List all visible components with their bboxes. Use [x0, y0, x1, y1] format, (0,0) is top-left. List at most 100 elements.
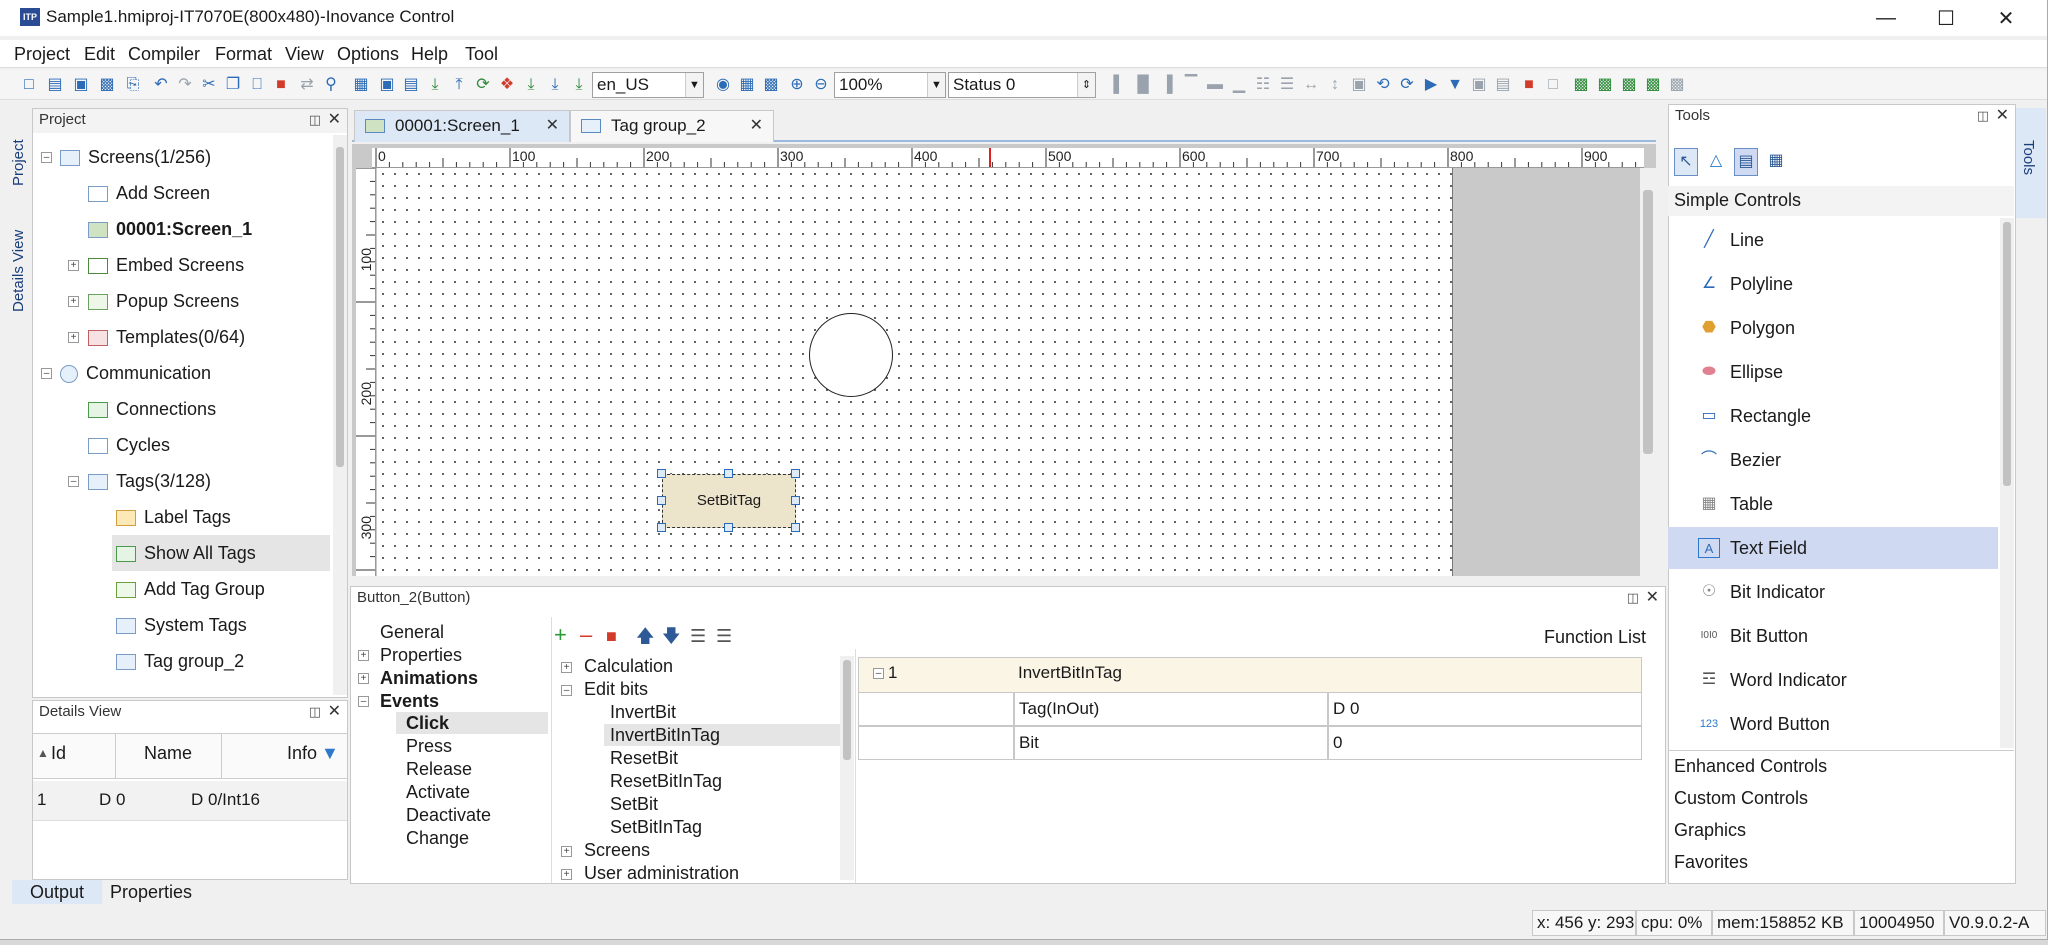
expand-icon[interactable]: + [68, 296, 79, 307]
tool-ellipse[interactable]: ⬬ Ellipse [1668, 351, 1998, 393]
collapse-icon[interactable]: – [358, 696, 369, 707]
align-middle-icon[interactable]: ▬ [1204, 74, 1226, 96]
compile-icon[interactable]: ▦ [350, 74, 372, 96]
align-center-icon[interactable]: █ [1132, 74, 1154, 96]
remove-function-icon[interactable]: – [580, 624, 592, 646]
nav-general[interactable]: General [380, 622, 444, 643]
language-select[interactable]: en_US ▼ [592, 72, 704, 98]
close-icon[interactable]: ✕ [1996, 105, 2009, 127]
open-recent-icon[interactable]: ▣ [70, 74, 92, 96]
close-icon[interactable]: ✕ [1646, 587, 1659, 609]
pointer-icon[interactable]: ↖ [1674, 148, 1698, 176]
nav-activate[interactable]: Activate [406, 782, 470, 803]
snap-grid-icon[interactable]: ▩ [760, 74, 782, 96]
scrollbar-thumb[interactable] [1643, 190, 1653, 454]
menu-project[interactable]: Project [14, 44, 70, 65]
pin-icon[interactable]: ◫ [309, 701, 321, 723]
tree-add-tag-group[interactable]: Add Tag Group [116, 571, 265, 607]
nav-change[interactable]: Change [406, 828, 469, 849]
collapse-icon[interactable]: – [41, 368, 52, 379]
expand-all-icon[interactable]: ☰ [690, 626, 706, 647]
canvas-vscrollbar[interactable] [1640, 168, 1656, 576]
scrollbar-thumb[interactable] [336, 147, 344, 467]
category-favorites[interactable]: Favorites [1674, 852, 1748, 873]
bring-forward-icon[interactable]: ▩ [1594, 74, 1616, 96]
open-icon[interactable]: ▤ [44, 74, 66, 96]
delete-icon[interactable]: ■ [270, 74, 292, 96]
tree-tag-group-2[interactable]: Tag group_2 [116, 643, 244, 679]
binoculars-icon[interactable]: ◉ [712, 74, 734, 96]
unlock-icon[interactable]: □ [1542, 74, 1564, 96]
ungroup-icon[interactable]: ▤ [1492, 74, 1514, 96]
resize-handle[interactable] [724, 523, 733, 532]
online-sim-icon[interactable]: ▤ [400, 74, 422, 96]
tab-screen-1[interactable]: 00001:Screen_1 ✕ [354, 110, 570, 142]
nav-click[interactable]: Click [406, 713, 449, 734]
circle-element[interactable] [809, 313, 893, 397]
tree-popup-screens[interactable]: Popup Screens [88, 283, 239, 319]
tool-bezier[interactable]: ⌒ Bezier [1668, 439, 1998, 481]
close-icon[interactable]: ✕ [750, 111, 763, 141]
category-custom-controls[interactable]: Custom Controls [1674, 788, 1808, 809]
find-icon[interactable]: ⚲ [320, 74, 342, 96]
tree-show-all-tags[interactable]: Show All Tags [112, 535, 330, 571]
func-edit-bits[interactable]: Edit bits [584, 679, 648, 700]
bring-front-icon[interactable]: ▩ [1570, 74, 1592, 96]
sort-asc-icon[interactable]: ▲ [37, 746, 49, 760]
print-icon[interactable]: ⎘ [122, 74, 144, 96]
func-resetbitintag[interactable]: ResetBitInTag [610, 771, 722, 792]
collapse-icon[interactable]: – [41, 152, 52, 163]
close-button[interactable]: ✕ [1976, 0, 2036, 36]
tab-properties[interactable]: Properties [110, 880, 192, 904]
resize-handle[interactable] [657, 469, 666, 478]
tool-polyline[interactable]: ∠ Polyline [1668, 263, 1998, 305]
nav-events[interactable]: Events [380, 691, 439, 712]
resize-handle[interactable] [791, 523, 800, 532]
expand-icon[interactable]: + [358, 673, 369, 684]
func-resetbit[interactable]: ResetBit [610, 748, 678, 769]
collapse-icon[interactable]: – [561, 685, 572, 696]
function-row[interactable] [858, 657, 1642, 693]
func-setbit[interactable]: SetBit [610, 794, 658, 815]
tree-label-tags[interactable]: Label Tags [116, 499, 231, 535]
nav-properties[interactable]: Properties [380, 645, 462, 666]
menu-tool[interactable]: Tool [465, 44, 498, 65]
func-screens[interactable]: Screens [584, 840, 650, 861]
undo-icon[interactable]: ↶ [150, 74, 172, 96]
grid-icon[interactable]: ▦ [736, 74, 758, 96]
vtab-project[interactable]: Project [10, 124, 27, 186]
add-function-icon[interactable]: + [554, 624, 567, 646]
menu-options[interactable]: Options [337, 44, 399, 65]
same-width-icon[interactable]: ↔ [1300, 74, 1322, 96]
close-icon[interactable]: ✕ [546, 111, 559, 141]
status-select[interactable]: Status 0 ⇕ [948, 72, 1096, 98]
col-info-header[interactable]: Info [287, 743, 317, 764]
list-view-icon[interactable]: ▤ [1734, 148, 1758, 176]
func-user-admin[interactable]: User administration [584, 863, 739, 884]
nav-release[interactable]: Release [406, 759, 472, 780]
close-icon[interactable]: ✕ [328, 701, 341, 723]
tree-system-tags[interactable]: System Tags [116, 607, 247, 643]
tool-polygon[interactable]: ⬣ Polygon [1668, 307, 1998, 349]
tool-word-button[interactable]: 123 Word Button [1668, 703, 1998, 745]
nav-animations[interactable]: Animations [380, 668, 478, 689]
nav-deactivate[interactable]: Deactivate [406, 805, 491, 826]
expand-icon[interactable]: + [68, 260, 79, 271]
resize-handle[interactable] [791, 496, 800, 505]
project-scrollbar[interactable] [333, 135, 347, 695]
tool-line[interactable]: ╱ Line [1668, 219, 1998, 261]
col-id-header[interactable]: Id [51, 743, 66, 764]
transfer-icon[interactable]: ❖ [496, 74, 518, 96]
filter-icon[interactable]: ▼ [321, 743, 339, 764]
menu-help[interactable]: Help [411, 44, 448, 65]
tab-output[interactable]: Output [12, 880, 102, 904]
func-invertbit[interactable]: InvertBit [610, 702, 676, 723]
new-icon[interactable]: □ [18, 74, 40, 96]
move-down-icon[interactable]: 🡇 [662, 624, 681, 654]
download-icon[interactable]: ⤓ [424, 74, 446, 96]
minimize-button[interactable]: — [1856, 0, 1916, 36]
stamp-icon[interactable]: △ [1704, 148, 1728, 176]
tree-cycles[interactable]: Cycles [88, 427, 170, 463]
param-value-cell[interactable]: 0 [1328, 726, 1642, 760]
category-simple-controls[interactable]: Simple Controls [1674, 190, 1801, 211]
